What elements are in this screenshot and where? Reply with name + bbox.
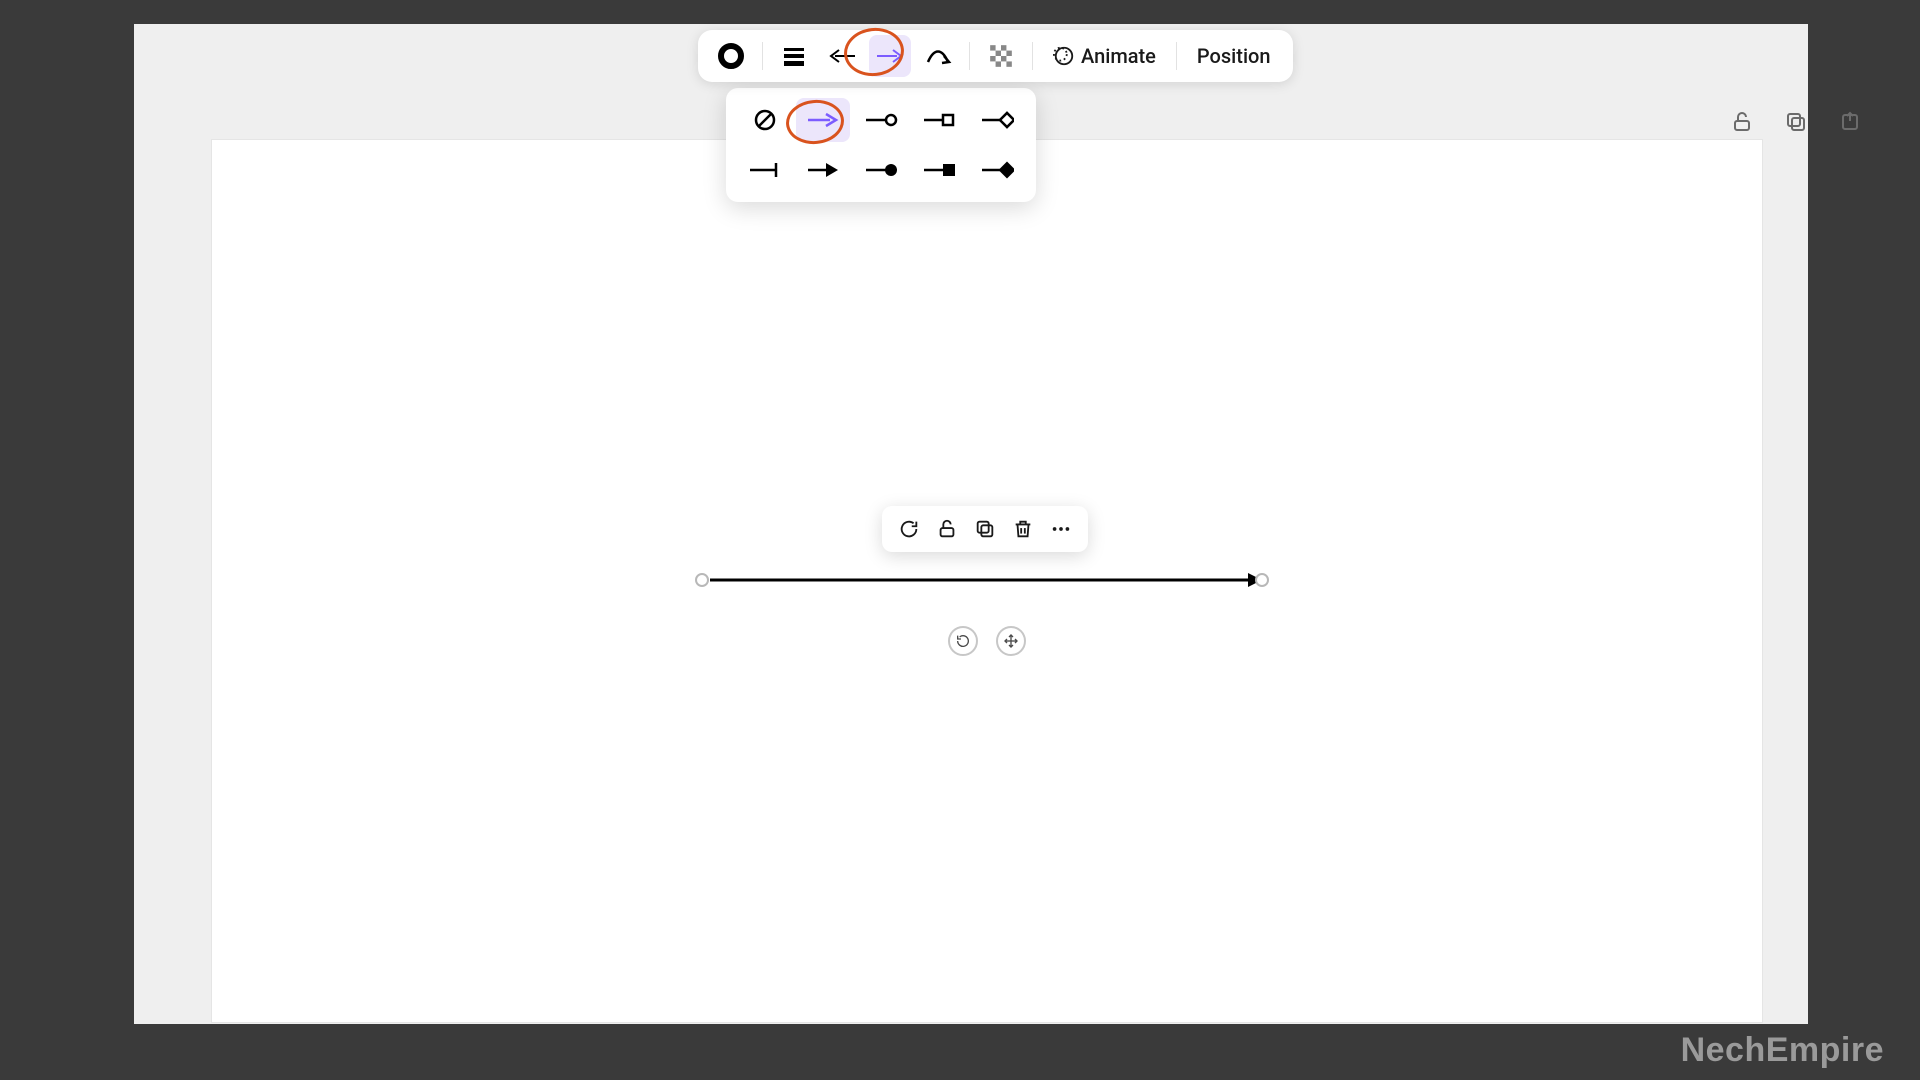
line-start-button[interactable] — [821, 35, 863, 77]
delete-button[interactable] — [1006, 512, 1040, 546]
line-end-icon — [875, 46, 905, 66]
copy-button[interactable] — [1782, 108, 1810, 136]
square-open-icon — [922, 110, 956, 130]
dropdown-row — [738, 98, 1024, 142]
diamond-open-icon — [980, 110, 1014, 130]
watermark-text: NechEmpire — [1681, 1031, 1884, 1070]
sync-icon — [898, 518, 920, 540]
duplicate-icon — [974, 518, 996, 540]
rotate-icon — [955, 633, 971, 649]
circle-open-icon — [864, 110, 898, 130]
toolbar-divider — [762, 42, 763, 70]
line-start-icon — [827, 46, 857, 66]
animate-icon — [1053, 45, 1075, 67]
bar-icon — [748, 160, 782, 180]
toolbar-divider — [969, 42, 970, 70]
canvas-line-shape[interactable] — [702, 576, 1262, 584]
transparency-icon — [988, 43, 1014, 69]
sync-button[interactable] — [892, 512, 926, 546]
line-end-dropdown — [726, 88, 1036, 202]
share-icon — [1838, 110, 1862, 134]
end-diamond-solid-option[interactable] — [970, 148, 1024, 192]
line-color-icon — [717, 42, 745, 70]
line-start-handle[interactable] — [695, 573, 709, 587]
end-diamond-open-option[interactable] — [970, 98, 1024, 142]
lock-button[interactable] — [930, 512, 964, 546]
toolbar-divider — [1032, 42, 1033, 70]
copy-icon — [1784, 110, 1808, 134]
square-solid-icon — [922, 160, 956, 180]
end-circle-open-option[interactable] — [854, 98, 908, 142]
position-button[interactable]: Position — [1187, 35, 1281, 77]
move-handle[interactable] — [996, 626, 1026, 656]
end-none-option[interactable] — [738, 98, 792, 142]
end-square-open-option[interactable] — [912, 98, 966, 142]
toolbar-divider — [1176, 42, 1177, 70]
trash-icon — [1012, 518, 1034, 540]
element-context-toolbar — [882, 506, 1088, 552]
line-toolbar: Animate Position — [698, 30, 1293, 82]
diamond-solid-icon — [980, 160, 1014, 180]
line-end-button[interactable] — [869, 35, 911, 77]
position-label: Position — [1197, 44, 1271, 68]
end-circle-solid-option[interactable] — [854, 148, 908, 192]
transparency-button[interactable] — [980, 35, 1022, 77]
arrow-open-icon — [806, 110, 840, 130]
animate-label: Animate — [1081, 44, 1156, 68]
move-icon — [1003, 633, 1019, 649]
end-arrow-solid-option[interactable] — [796, 148, 850, 192]
end-bar-option[interactable] — [738, 148, 792, 192]
rotate-handle[interactable] — [948, 626, 978, 656]
line-style-button[interactable] — [917, 35, 959, 77]
line-color-button[interactable] — [710, 35, 752, 77]
line-style-icon — [924, 42, 952, 70]
line-end-handle[interactable] — [1255, 573, 1269, 587]
unlock-button[interactable] — [1728, 108, 1756, 136]
lock-icon — [936, 518, 958, 540]
arrow-solid-icon — [806, 160, 840, 180]
unlock-icon — [1730, 110, 1754, 134]
circle-solid-icon — [864, 160, 898, 180]
duplicate-button[interactable] — [968, 512, 1002, 546]
shape-transform-handles — [948, 626, 1026, 656]
more-icon — [1050, 518, 1072, 540]
share-button[interactable] — [1836, 108, 1864, 136]
end-square-solid-option[interactable] — [912, 148, 966, 192]
line-weight-button[interactable] — [773, 35, 815, 77]
more-button[interactable] — [1044, 512, 1078, 546]
dropdown-row — [738, 148, 1024, 192]
end-arrow-open-option[interactable] — [796, 98, 850, 142]
none-icon — [752, 107, 778, 133]
animate-button[interactable]: Animate — [1043, 35, 1166, 77]
canvas-corner-actions — [1728, 108, 1864, 136]
line-weight-icon — [780, 42, 808, 70]
line-body — [710, 579, 1250, 582]
